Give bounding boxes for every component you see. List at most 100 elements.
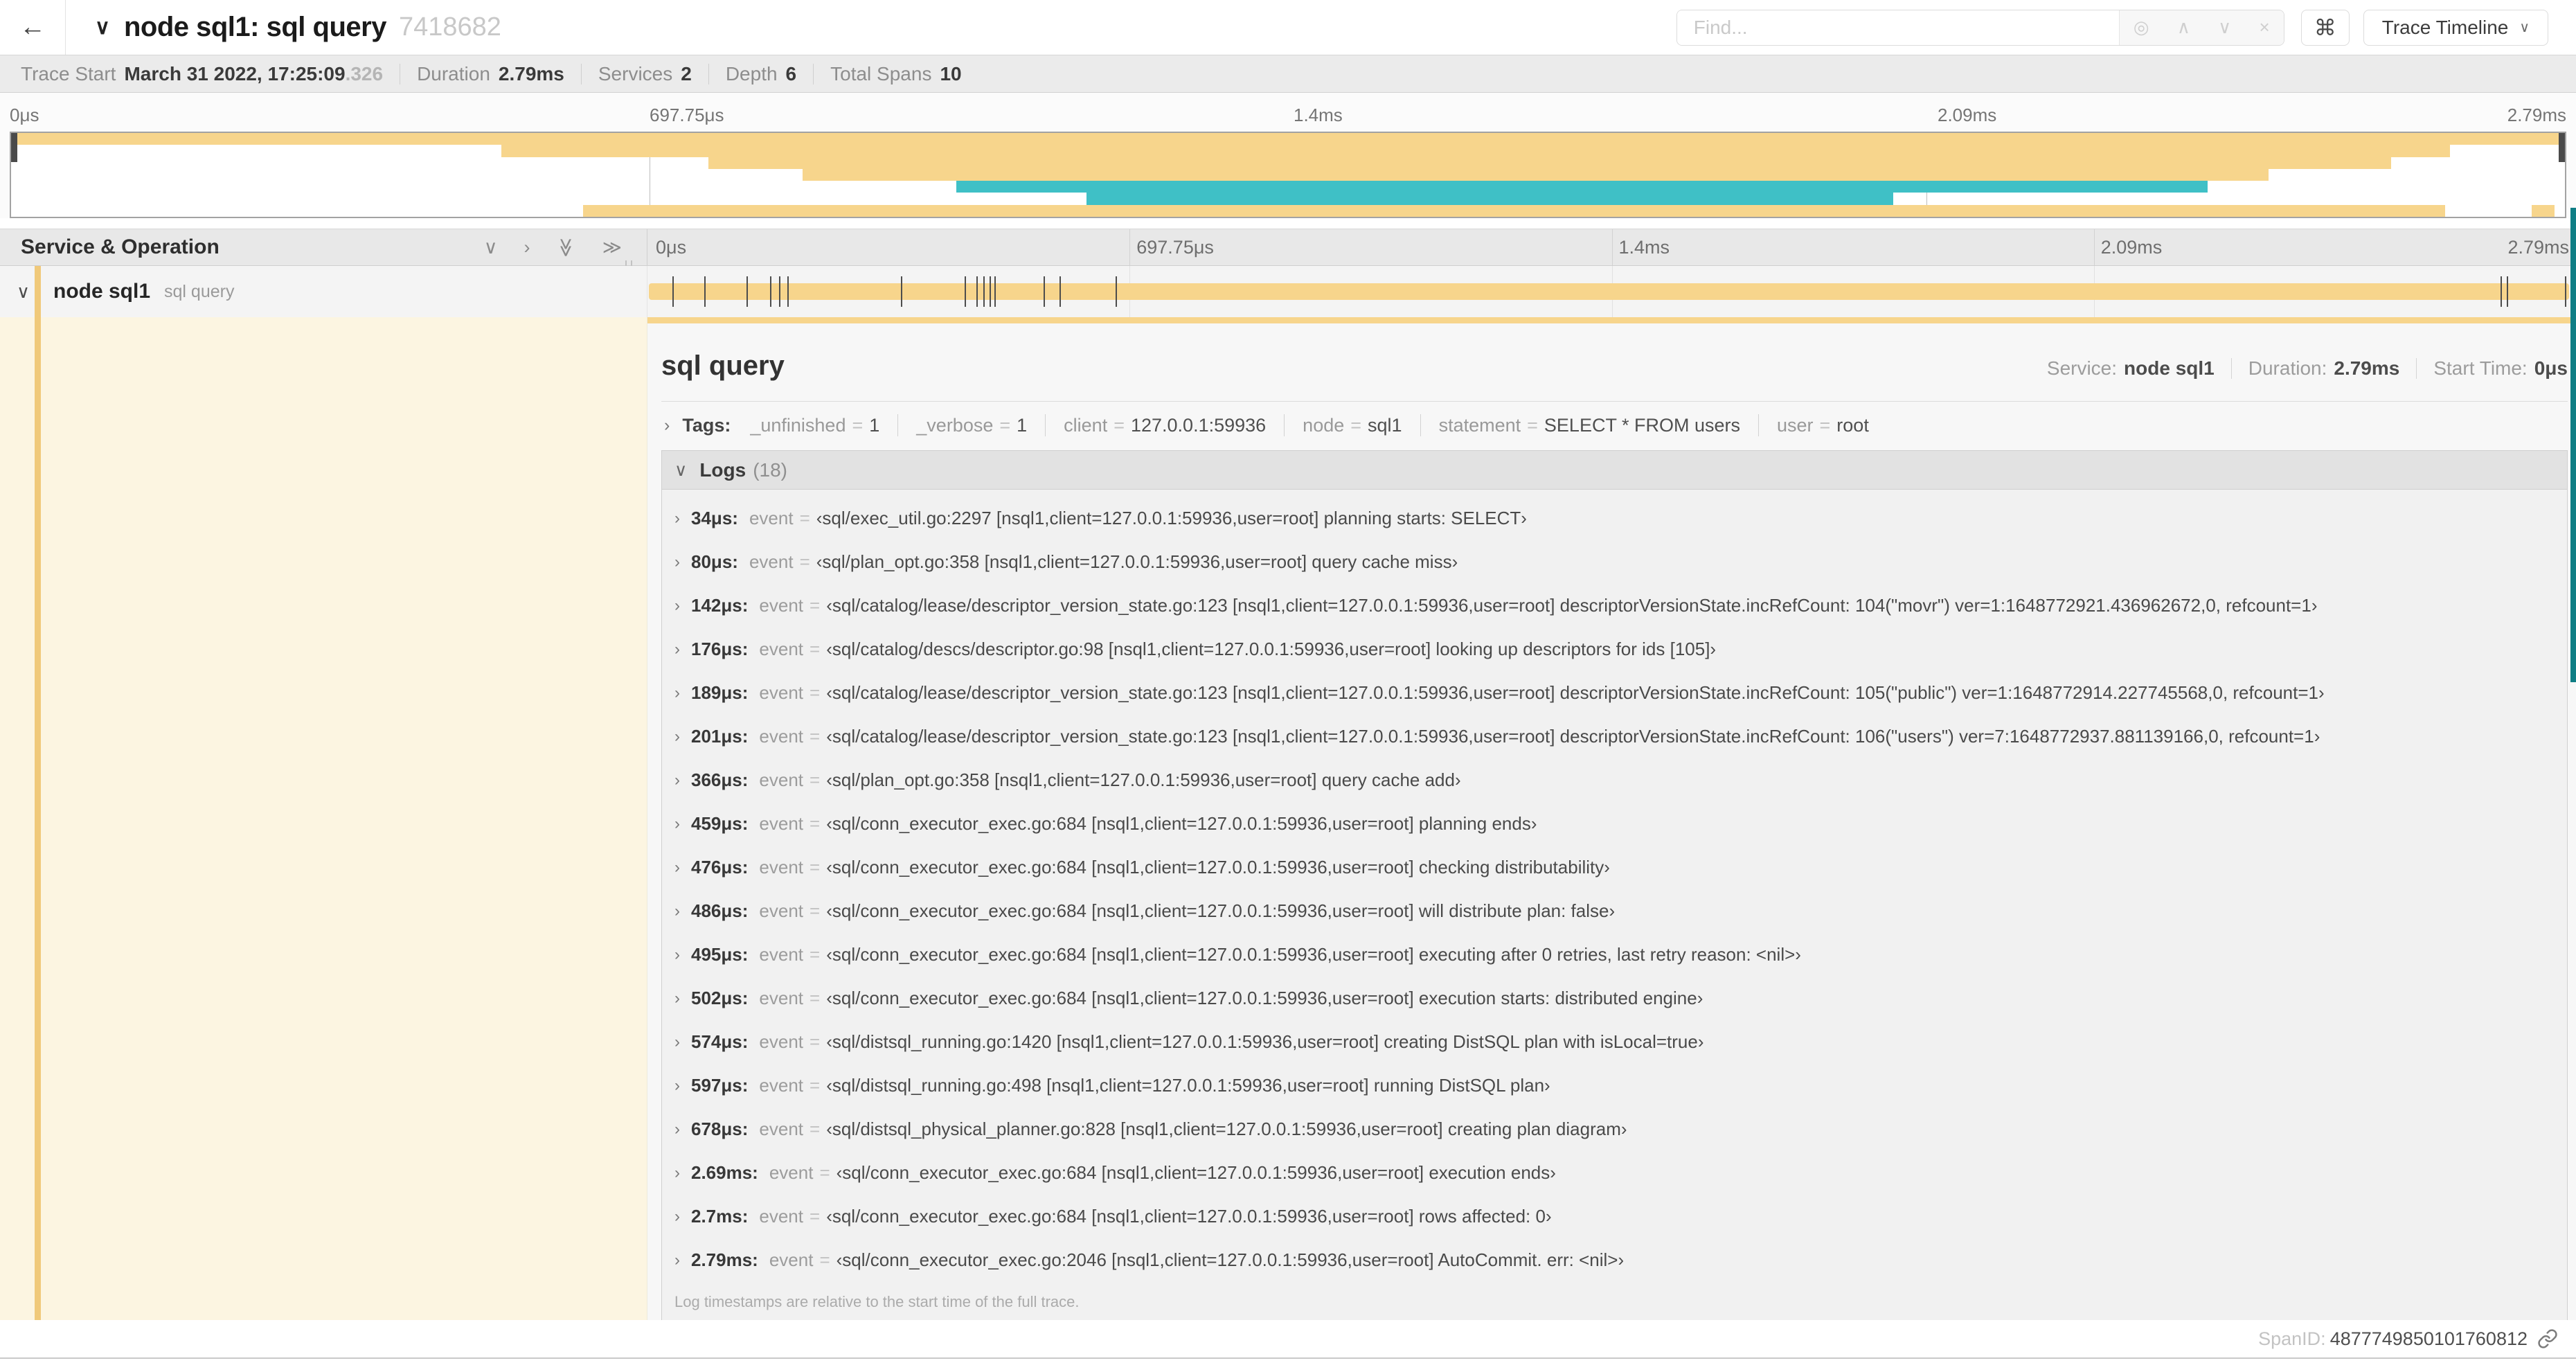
- log-entry[interactable]: › 189μs: event = ‹sql/catalog/lease/descript…: [662, 671, 2567, 715]
- tag[interactable]: node = sql1: [1303, 415, 1402, 436]
- equals-sign: =: [799, 551, 810, 572]
- log-entry[interactable]: › 574μs: event = ‹sql/distsql_running.go:142…: [662, 1020, 2567, 1064]
- log-entry[interactable]: › 502μs: event = ‹sql/conn_executor_exec.go:…: [662, 977, 2567, 1020]
- log-entry[interactable]: › 2.69ms: event = ‹sql/conn_executor_exec.go…: [662, 1151, 2567, 1195]
- chevron-right-icon[interactable]: ›: [674, 1033, 680, 1052]
- log-entry[interactable]: › 176μs: event = ‹sql/catalog/descs/descript…: [662, 627, 2567, 671]
- log-marker: [672, 276, 674, 307]
- log-entry[interactable]: › 142μs: event = ‹sql/catalog/lease/descript…: [662, 584, 2567, 627]
- log-entry[interactable]: › 476μs: event = ‹sql/conn_executor_exec.go:…: [662, 846, 2567, 889]
- minimap-span-bar: [11, 133, 2565, 145]
- collapse-all-icon[interactable]: ≫: [555, 238, 577, 257]
- log-entry[interactable]: › 80μs: event = ‹sql/plan_opt.go:358 [nsql1,…: [662, 540, 2567, 584]
- chevron-right-icon[interactable]: ›: [674, 640, 680, 659]
- link-icon[interactable]: [2537, 1328, 2558, 1349]
- log-entry[interactable]: › 34μs: event = ‹sql/exec_util.go:2297 [nsql…: [662, 497, 2567, 540]
- prev-match-icon[interactable]: ∧: [2177, 17, 2190, 38]
- timeline-ruler: 0μs 697.75μs 1.4ms 2.09ms 2.79ms: [647, 229, 2576, 265]
- minimap-right-scrubber-handle[interactable]: [2559, 133, 2565, 162]
- log-marker: [983, 276, 985, 307]
- tag[interactable]: _verbose = 1: [916, 415, 1027, 436]
- logs-header[interactable]: ∨ Logs (18): [662, 451, 2567, 490]
- chevron-right-icon[interactable]: ›: [674, 727, 680, 747]
- tag[interactable]: statement = SELECT * FROM users: [1439, 415, 1740, 436]
- minimap-span-bar: [956, 181, 2208, 193]
- find-input[interactable]: [1676, 10, 2119, 45]
- logs-count: (18): [753, 458, 787, 481]
- tag[interactable]: _unfinished = 1: [750, 415, 879, 436]
- span-name-cell[interactable]: ∨ node sql1 sql query: [0, 266, 647, 317]
- trace-collapse-chevron-icon[interactable]: ∨: [95, 15, 110, 39]
- log-entry[interactable]: › 366μs: event = ‹sql/plan_opt.go:358 [nsql1…: [662, 758, 2567, 802]
- chevron-right-icon[interactable]: ›: [674, 945, 680, 965]
- chevron-right-icon[interactable]: ›: [674, 509, 680, 528]
- ruler-time-label: 2.79ms: [2507, 237, 2569, 258]
- trace-info-value: 6: [785, 62, 797, 84]
- log-value: ‹sql/catalog/lease/descriptor_version_st…: [826, 595, 2318, 616]
- tags-row[interactable]: › Tags: _unfinished = 1 _verbose = 1 client = 12…: [661, 402, 2568, 447]
- log-field: event: [769, 1162, 814, 1183]
- clear-find-icon[interactable]: ×: [2259, 17, 2269, 38]
- span-duration-bar[interactable]: [649, 283, 2569, 300]
- log-entry[interactable]: › 459μs: event = ‹sql/conn_executor_exec.go:…: [662, 802, 2567, 846]
- chevron-right-icon[interactable]: ›: [664, 416, 670, 436]
- log-marker: [1059, 276, 1062, 307]
- trace-info-label: Duration: [417, 62, 490, 84]
- span-color-stripe: [35, 317, 41, 1320]
- log-entry[interactable]: › 2.7ms: event = ‹sql/conn_executor_exec.go:…: [662, 1195, 2567, 1238]
- chevron-right-icon[interactable]: ›: [674, 902, 680, 921]
- log-field: event: [759, 1031, 804, 1052]
- chevron-down-icon[interactable]: ∨: [674, 460, 687, 481]
- chevron-right-icon[interactable]: ›: [674, 1164, 680, 1183]
- log-entry[interactable]: › 495μs: event = ‹sql/conn_executor_exec.go:…: [662, 933, 2567, 977]
- trace-id: 7418682: [398, 12, 501, 42]
- trace-info-value: 2.79ms: [498, 62, 564, 84]
- log-entry[interactable]: › 201μs: event = ‹sql/catalog/lease/descript…: [662, 715, 2567, 758]
- chevron-right-icon[interactable]: ›: [674, 1207, 680, 1227]
- chevron-right-icon[interactable]: ›: [674, 1120, 680, 1139]
- chevron-right-icon[interactable]: ›: [674, 684, 680, 703]
- log-field: event: [759, 769, 804, 790]
- log-timestamp: 189μs:: [691, 682, 749, 703]
- span-detail-row: sql query Service: node sql1 Duration: 2…: [0, 317, 2576, 1323]
- chevron-right-icon[interactable]: ›: [674, 989, 680, 1008]
- back-button[interactable]: ←: [0, 0, 66, 55]
- chevron-right-icon[interactable]: ›: [674, 1251, 680, 1270]
- chevron-right-icon[interactable]: ›: [674, 771, 680, 790]
- chevron-right-icon[interactable]: ›: [674, 1076, 680, 1096]
- next-match-icon[interactable]: ∨: [2218, 17, 2231, 38]
- service-operation-header: Service & Operation ∨ › ≫ ≫: [0, 229, 647, 265]
- minimap-span-bar: [1086, 193, 1894, 205]
- minimap-time-label: 0μs: [10, 105, 39, 125]
- minimap-time-label: 697.75μs: [650, 105, 724, 125]
- log-entry[interactable]: › 597μs: event = ‹sql/distsql_running.go:498…: [662, 1064, 2567, 1107]
- expand-one-icon[interactable]: ›: [524, 237, 530, 258]
- tag-value: 1: [1017, 414, 1028, 436]
- log-value: ‹sql/conn_executor_exec.go:2046 [nsql1,c…: [836, 1249, 1625, 1270]
- log-entry[interactable]: › 678μs: event = ‹sql/distsql_physical_plann…: [662, 1107, 2567, 1151]
- locate-icon[interactable]: ◎: [2134, 17, 2149, 38]
- keyboard-shortcuts-button[interactable]: ⌘: [2300, 9, 2350, 46]
- chevron-down-icon[interactable]: ∨: [17, 281, 30, 303]
- minimap-canvas[interactable]: [10, 132, 2566, 218]
- span-bar-cell[interactable]: [647, 266, 2576, 317]
- collapse-one-icon[interactable]: ∨: [484, 237, 498, 258]
- chevron-right-icon[interactable]: ›: [674, 814, 680, 834]
- expand-all-icon[interactable]: ≫: [602, 237, 622, 258]
- log-entry[interactable]: › 486μs: event = ‹sql/conn_executor_exec.go:…: [662, 889, 2567, 933]
- chevron-right-icon[interactable]: ›: [674, 596, 680, 616]
- minimap-left-scrubber-handle[interactable]: [11, 133, 17, 162]
- trace-view-dropdown[interactable]: Trace Timeline ∨: [2363, 9, 2548, 46]
- back-arrow-icon: ←: [19, 12, 46, 42]
- tag[interactable]: client = 127.0.0.1:59936: [1064, 415, 1266, 436]
- ruler-time-label: 697.75μs: [1136, 237, 1214, 258]
- divider: [708, 63, 709, 84]
- equals-sign: =: [852, 414, 864, 436]
- chevron-right-icon[interactable]: ›: [674, 858, 680, 878]
- tag[interactable]: user = root: [1777, 415, 1869, 436]
- log-entry[interactable]: › 2.79ms: event = ‹sql/conn_executor_exec.go…: [662, 1238, 2567, 1282]
- logs-footer-note: Log timestamps are relative to the start…: [674, 1293, 1080, 1310]
- service-value: node sql1: [2124, 357, 2215, 379]
- chevron-right-icon[interactable]: ›: [674, 553, 680, 572]
- span-detail-accent-bar: [647, 317, 2576, 323]
